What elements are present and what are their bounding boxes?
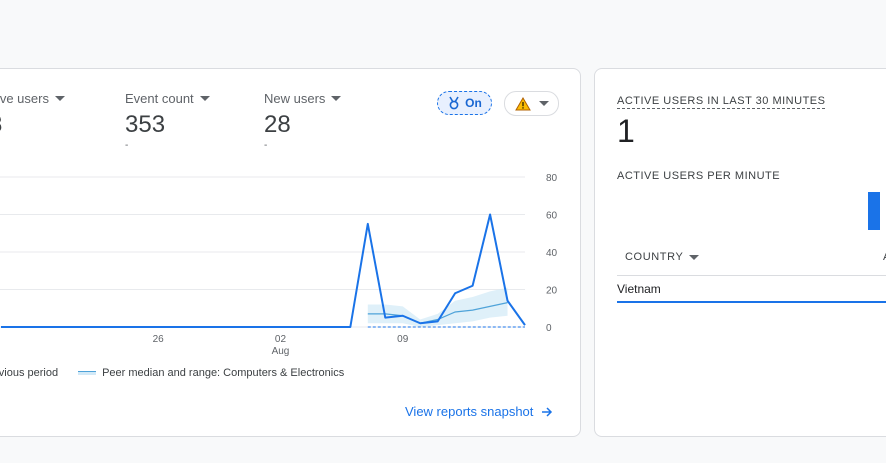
y-tick-label: 80 [546, 173, 558, 184]
y-tick-label: 40 [546, 248, 558, 259]
column-header-label: COUNTRY [625, 251, 684, 263]
benchmark-label: On [465, 96, 482, 110]
line-chart: 80 60 40 20 0 26 02 09 Aug [0, 173, 558, 357]
x-tick-label: 02 [275, 334, 287, 345]
row-highlight-bar [617, 301, 886, 303]
overview-card: rtive users 8 Event count 353 - New user… [0, 68, 581, 437]
metric-sub: - [125, 140, 129, 151]
chevron-down-icon [54, 96, 65, 101]
benchmark-toggle[interactable]: On [437, 91, 492, 115]
x-tick-label: 09 [397, 334, 409, 345]
per-minute-bar [868, 192, 880, 230]
metric-label: New users [264, 91, 342, 106]
metric-value: 353 [125, 111, 166, 138]
x-tick-label: 26 [153, 334, 165, 345]
per-minute-label: ACTIVE USERS PER MINUTE [617, 170, 781, 182]
warning-triangle-icon [514, 96, 531, 110]
view-reports-snapshot-link[interactable]: View reports snapshot [405, 404, 553, 419]
y-tick-label: 0 [546, 323, 552, 334]
table-row: Vietnam [617, 282, 661, 296]
benchmark-medal-icon [449, 96, 459, 110]
realtime-card: ACTIVE USERS IN LAST 30 MINUTES 1 ACTIVE… [594, 68, 886, 437]
peer-swatch [78, 371, 97, 375]
metric-value: 8 [0, 112, 65, 138]
metric-sub: - [264, 140, 268, 151]
metric-active-users[interactable]: rtive users 8 [0, 91, 65, 140]
x-tick-sublabel: Aug [272, 346, 290, 357]
chevron-down-icon [538, 101, 549, 106]
alert-dropdown[interactable] [504, 91, 559, 116]
chevron-down-icon [199, 96, 210, 101]
metric-new-users[interactable]: New users 28 - [264, 91, 342, 151]
realtime-value: 1 [617, 113, 635, 149]
y-tick-label: 20 [546, 286, 558, 297]
metric-label-text: New users [264, 91, 326, 106]
country-column-header[interactable]: COUNTRY [625, 251, 700, 263]
legend-peer-label: Peer median and range: Computers & Elect… [102, 367, 345, 379]
metric-label-text: rtive users [0, 91, 49, 106]
legend-previous-label: revious period [0, 367, 59, 379]
view-link-label: View reports snapshot [405, 404, 534, 419]
realtime-title[interactable]: ACTIVE USERS IN LAST 30 MINUTES [617, 95, 826, 109]
metric-label: rtive users [0, 91, 65, 106]
chevron-down-icon [689, 254, 700, 260]
metric-label-text: Event count [125, 91, 194, 106]
metric-event-count[interactable]: Event count 353 - [125, 91, 210, 151]
chevron-down-icon [331, 96, 342, 101]
legend-previous-period: revious period Peer median and range: Co… [0, 367, 344, 379]
y-tick-label: 60 [546, 211, 558, 222]
metric-label: Event count [125, 91, 210, 106]
metric-value: 28 [264, 111, 291, 138]
arrow-right-icon [542, 406, 553, 417]
divider [617, 275, 886, 276]
